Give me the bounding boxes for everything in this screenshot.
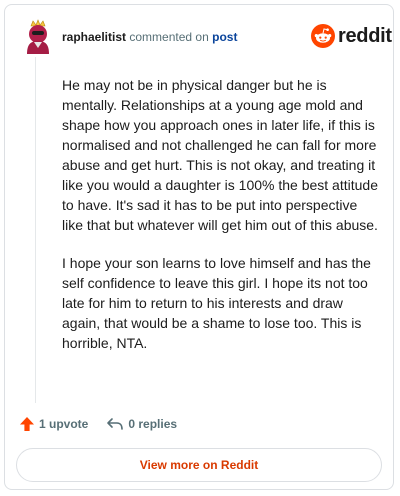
comment-paragraph: He may not be in physical danger but he …	[62, 77, 378, 233]
comment-header: raphaelitist commented on post	[62, 30, 237, 44]
upvote-arrow-icon	[20, 417, 34, 431]
thread-line[interactable]	[35, 57, 36, 403]
view-more-button[interactable]: View more on Reddit	[16, 448, 382, 482]
avatar[interactable]	[22, 18, 54, 54]
username[interactable]: raphaelitist	[62, 30, 126, 44]
comment-paragraph: I hope your son learns to love himself a…	[62, 255, 371, 351]
action-text: commented on	[129, 30, 209, 44]
post-link[interactable]: post	[212, 30, 237, 44]
upvote-count: 1 upvote	[39, 417, 89, 431]
comment-footer: 1 upvote 0 replies	[19, 416, 195, 432]
reply-arrow-icon	[107, 418, 124, 430]
reply-button[interactable]: 0 replies	[106, 416, 177, 432]
comment-card: raphaelitist commented on post reddit He…	[4, 4, 394, 490]
upvote-button[interactable]: 1 upvote	[19, 416, 88, 432]
comment-body: He may not be in physical danger but he …	[62, 75, 382, 371]
reply-count: 0 replies	[128, 417, 178, 431]
reddit-wordmark: reddit	[338, 24, 392, 47]
reddit-snoo-icon	[311, 24, 335, 48]
reddit-logo[interactable]: reddit	[311, 24, 392, 48]
